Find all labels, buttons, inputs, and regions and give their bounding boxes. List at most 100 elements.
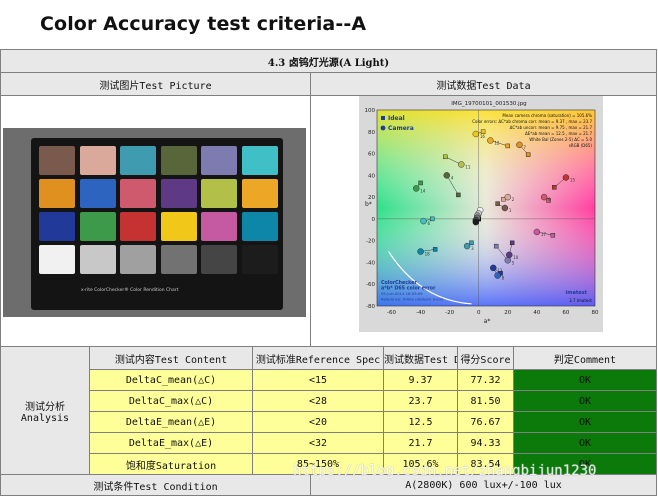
ideal-point <box>505 143 511 149</box>
x-tick-label: 40 <box>533 310 540 316</box>
color-patch <box>160 212 197 241</box>
x-tick-label: -20 <box>445 310 454 316</box>
color-patch <box>241 212 278 241</box>
col-header-item: 测试内容Test Content <box>89 346 253 370</box>
ideal-point <box>493 243 499 249</box>
plot-stat-line: Mean camera chroma (saturation) = 105.6% <box>502 113 592 118</box>
table-row: DeltaE_max(△E) <32 21.7 94.33 OK <box>1 432 658 454</box>
x-tick-label: 20 <box>504 310 511 316</box>
point-label: 6 <box>428 221 431 226</box>
camera-point <box>413 185 420 192</box>
point-label: 11 <box>465 164 471 169</box>
table-row: DeltaE_mean(△E) <20 12.5 76.67 OK <box>1 411 658 433</box>
camera-point <box>533 228 541 236</box>
colorchecker-board <box>31 138 283 310</box>
point-label: 14 <box>420 188 426 193</box>
color-patch <box>241 146 278 175</box>
x-tick-label: 0 <box>477 310 481 316</box>
analysis-label-en: Analysis <box>20 412 70 424</box>
y-tick-label: 60 <box>368 152 375 158</box>
color-patch <box>120 179 156 208</box>
x-axis-label: a* <box>484 318 491 325</box>
plot-footer-line: Reference: X-Rite (default) (new) <box>381 297 444 302</box>
plot-stat-line: ΔC*ab uncorr. mean = 9.75 , max = 21.7 <box>510 125 593 130</box>
point-label: 10 <box>513 255 519 260</box>
ideal-point <box>469 240 474 246</box>
camera-point <box>487 137 494 144</box>
point-label: 12 <box>494 140 500 145</box>
picture-column-header: 测试图片Test Picture <box>0 72 311 96</box>
plot-stat-line: sRGB (D65) <box>569 143 593 148</box>
x-tick-label: 60 <box>562 310 569 316</box>
color-patch <box>241 245 278 274</box>
table-row: DeltaC_mean(△C) <15 9.37 77.32 OK <box>1 369 658 391</box>
color-patch <box>79 179 116 208</box>
point-label: 8 <box>502 276 505 281</box>
col-header-judge: 判定Comment <box>512 346 658 370</box>
ideal-point <box>443 154 448 160</box>
camera-point <box>516 141 523 149</box>
x-tick-label: 80 <box>592 310 599 316</box>
y-tick-label: 0 <box>372 217 376 223</box>
camera-point <box>562 174 570 181</box>
color-patch <box>201 179 237 208</box>
ideal-point <box>550 233 556 238</box>
row-item: DeltaE_mean(△E) <box>89 411 253 433</box>
row-item: DeltaC_max(△C) <box>89 390 253 412</box>
row-judge: OK <box>512 390 658 412</box>
analysis-label-cell: 测试分析 Analysis <box>0 346 90 475</box>
ab-color-error-plot: IMG_19700101_001530.jpg100806040200-20-4… <box>359 96 603 332</box>
plot-title: IMG_19700101_001530.jpg <box>451 101 526 107</box>
y-tick-label: 80 <box>368 130 375 136</box>
y-tick-label: -40 <box>366 260 375 266</box>
colorchecker-photo: x·rite ColorChecker® Color Rendition Cha… <box>3 128 306 317</box>
test-picture-cell: x·rite ColorChecker® Color Rendition Cha… <box>0 95 311 347</box>
ideal-point <box>509 240 515 246</box>
point-label: 16 <box>480 134 486 139</box>
ideal-point <box>525 152 531 157</box>
color-patch <box>160 146 197 175</box>
data-column-header: 测试数据Test Data <box>309 72 658 96</box>
y-tick-label: -20 <box>366 239 375 245</box>
camera-point <box>458 161 465 168</box>
point-label: 13 <box>497 268 503 273</box>
row-item: DeltaC_mean(△C) <box>89 369 253 391</box>
row-score: 81.50 <box>457 390 514 412</box>
row-data: 23.7 <box>383 390 458 412</box>
legend-ideal-marker <box>381 116 385 120</box>
plot-version: 3.7 Imatest <box>569 298 592 303</box>
y-tick-label: -60 <box>366 282 375 288</box>
col-header-data: 测试数据Test Data <box>383 346 458 370</box>
y-tick-label: 40 <box>368 173 375 179</box>
point-label: 1 <box>509 208 512 213</box>
x-tick-label: -40 <box>416 310 425 316</box>
camera-point <box>417 248 424 255</box>
row-spec: <32 <box>252 432 384 454</box>
row-data: 9.37 <box>383 369 458 391</box>
colorchecker-caption: x·rite ColorChecker® Color Rendition Cha… <box>81 288 179 293</box>
color-patch <box>39 179 75 208</box>
row-judge: OK <box>512 411 658 433</box>
section-header: 4.3 卤钨灯光源(A Light) <box>0 49 658 73</box>
color-patch <box>39 146 75 175</box>
ideal-point <box>552 185 557 190</box>
condition-label: 测试条件Test Condition <box>0 474 311 496</box>
row-score: 76.67 <box>457 411 514 433</box>
color-patch <box>79 245 116 274</box>
slide-title: Color Accuracy test criteria--A <box>40 13 367 35</box>
color-patch <box>241 179 278 208</box>
row-spec: <20 <box>252 411 384 433</box>
legend-camera-label: Camera <box>388 125 414 132</box>
col-header-score: 得分Score <box>457 346 514 370</box>
y-tick-label: 100 <box>365 108 376 114</box>
color-patch <box>120 245 156 274</box>
plot-stat-line: Color errors: ΔC*ab chroma corr. mean = … <box>472 119 592 124</box>
ideal-point <box>418 180 423 186</box>
ideal-point <box>456 192 461 198</box>
row-judge: OK <box>512 432 658 454</box>
point-label: 5 <box>512 260 515 265</box>
color-patch <box>201 245 237 274</box>
row-item: 饱和度Saturation <box>89 453 253 475</box>
row-judge: OK <box>512 369 658 391</box>
color-patch <box>201 146 237 175</box>
